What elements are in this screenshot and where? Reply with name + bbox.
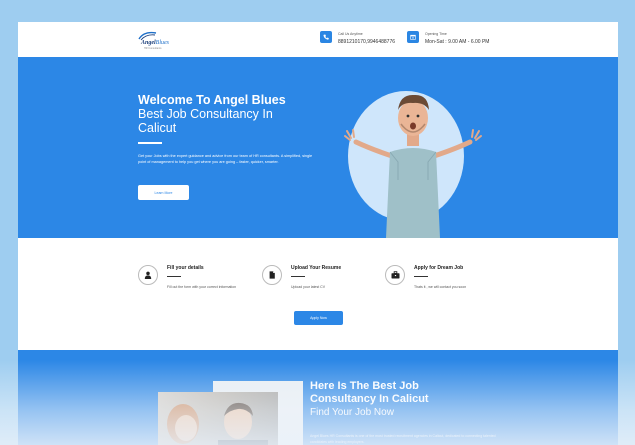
header: AngelBlues HR Consultants Call Us Anytim… — [18, 22, 618, 57]
apply-now-button[interactable]: Apply Now — [294, 311, 343, 325]
document-icon — [262, 265, 282, 285]
step-apply-job: Apply for Dream Job Thats it , we will c… — [385, 262, 505, 302]
about-title-line2: Consultancy In Calicut — [310, 393, 429, 405]
team-photo — [158, 392, 278, 445]
step-text: Thats it , we will contact you soon — [414, 285, 467, 289]
step-divider — [167, 276, 181, 277]
about-title-line1: Here Is The Best Job — [310, 380, 419, 392]
about-title: Here Is The Best Job Consultancy In Cali… — [310, 380, 429, 419]
step-title: Fill your details — [167, 265, 204, 271]
hero-divider — [138, 142, 162, 144]
briefcase-icon — [385, 265, 405, 285]
calendar-icon — [407, 31, 419, 43]
hero-title-line2: Best Job Consultancy In — [138, 107, 273, 121]
about-title-line3: Find Your Job Now — [310, 407, 394, 418]
logo-text: AngelBlues — [141, 40, 170, 46]
hours-label: Opening Time — [425, 32, 447, 36]
about-section: Here Is The Best Job Consultancy In Cali… — [18, 350, 618, 445]
hero-title-line1: Welcome To Angel Blues — [138, 93, 286, 107]
step-divider — [291, 276, 305, 277]
logo[interactable]: AngelBlues HR Consultants — [138, 31, 174, 51]
step-upload-resume: Upload Your Resume Upload your latest CV — [262, 262, 382, 302]
step-title: Apply for Dream Job — [414, 265, 464, 271]
step-title: Upload Your Resume — [291, 265, 342, 271]
call-number[interactable]: 8891210170,9946488776 — [338, 39, 395, 45]
steps-section: Fill your details Fill out the form with… — [18, 238, 618, 350]
hours-value: Mon-Sat : 9.00 AM - 6.00 PM — [425, 39, 490, 45]
hero-title-line3: Calicut — [138, 121, 177, 135]
hours-info: Opening Time Mon-Sat : 9.00 AM - 6.00 PM — [407, 31, 507, 48]
logo-tagline: HR Consultants — [144, 47, 162, 50]
hero-person-image — [344, 94, 482, 238]
about-text: Angel Blues HR Consultants is one of the… — [310, 434, 496, 444]
call-info[interactable]: Call Us Anytime 8891210170,9946488776 — [320, 31, 410, 48]
team-photo-image — [167, 402, 268, 445]
page: AngelBlues HR Consultants Call Us Anytim… — [18, 22, 618, 445]
hero-description: Get your Jobs with the expert guidance a… — [138, 154, 313, 164]
call-label: Call Us Anytime — [338, 32, 363, 36]
step-divider — [414, 276, 428, 277]
step-fill-details: Fill your details Fill out the form with… — [138, 262, 258, 302]
hero-section: Welcome To Angel Blues Best Job Consulta… — [18, 57, 618, 238]
hero-title: Welcome To Angel Blues Best Job Consulta… — [138, 93, 318, 135]
phone-icon — [320, 31, 332, 43]
step-text: Fill out the form with your correct info… — [167, 285, 237, 289]
user-icon — [138, 265, 158, 285]
learn-more-button[interactable]: Learn More — [138, 185, 189, 200]
step-text: Upload your latest CV — [291, 285, 326, 289]
